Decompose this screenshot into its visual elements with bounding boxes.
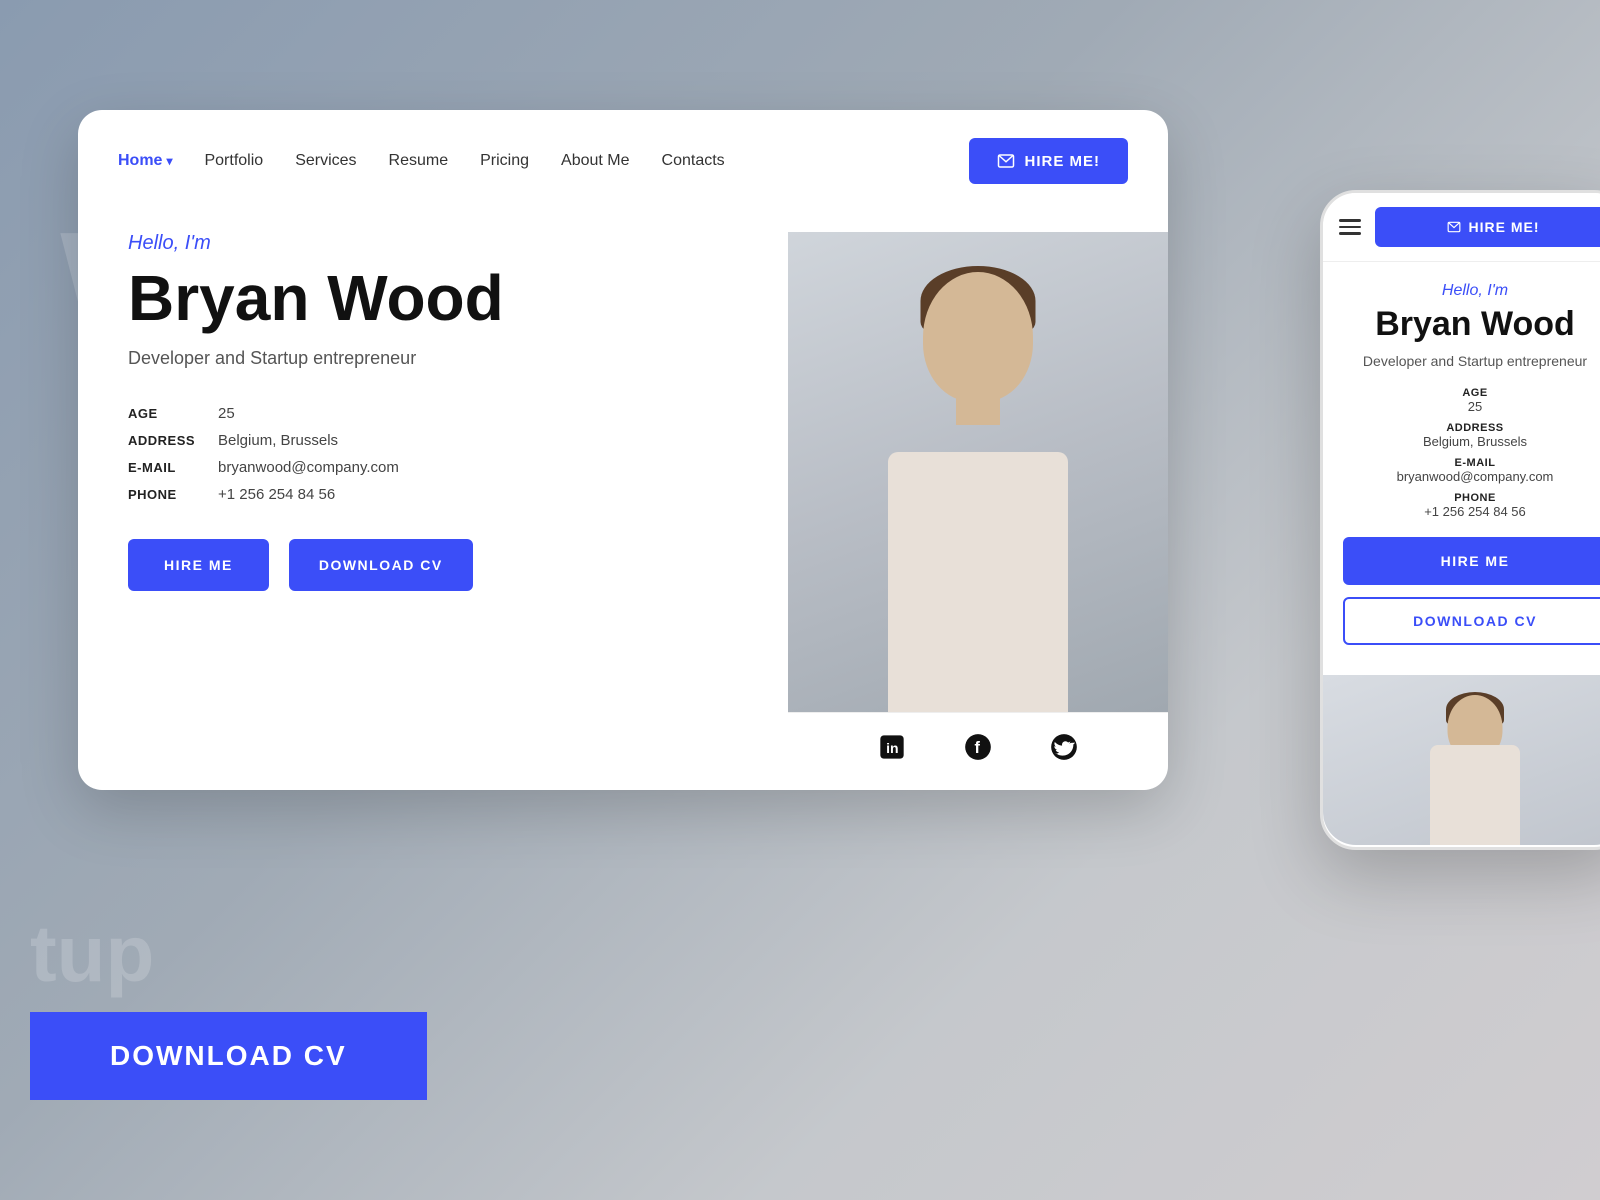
phone-name: Bryan Wood xyxy=(1343,306,1600,343)
phone-address-value: Belgium, Brussels xyxy=(1343,434,1600,449)
phone-mail-icon xyxy=(1447,220,1461,234)
svg-text:f: f xyxy=(975,739,981,757)
phone-email-row: E-MAIL bryanwood@company.com xyxy=(1343,457,1600,484)
phone-address-row: ADDRESS Belgium, Brussels xyxy=(1343,422,1600,449)
phone-address-label: ADDRESS xyxy=(1343,422,1600,434)
phone-age-value: 25 xyxy=(1343,399,1600,414)
mail-icon xyxy=(997,152,1015,170)
phone-age-row: AGE 25 xyxy=(1343,387,1600,414)
greeting-text: Hello, I'm xyxy=(128,232,758,255)
download-cv-button[interactable]: DOWNLOAD CV xyxy=(289,539,473,591)
person-body xyxy=(888,452,1068,712)
left-content: Hello, I'm Bryan Wood Developer and Star… xyxy=(128,232,788,781)
hero-subtitle: Developer and Startup entrepreneur xyxy=(128,348,758,369)
social-bar: in f xyxy=(788,712,1168,781)
linkedin-icon[interactable]: in xyxy=(874,729,910,765)
info-row-address: ADDRESS Belgium, Brussels xyxy=(128,432,758,449)
age-label: AGE xyxy=(128,406,218,421)
email-value: bryanwood@company.com xyxy=(218,459,399,476)
phone-body: Hello, I'm Bryan Wood Developer and Star… xyxy=(1323,262,1600,675)
info-row-age: AGE 25 xyxy=(128,405,758,422)
navbar-hire-button[interactable]: HIRE ME! xyxy=(969,138,1129,184)
card-body: Hello, I'm Bryan Wood Developer and Star… xyxy=(78,212,1168,781)
phone-photo-area xyxy=(1323,675,1600,845)
phone-hire-button[interactable]: HIRE ME! xyxy=(1375,207,1600,247)
photo-area: in f xyxy=(788,232,1168,781)
nav-resume[interactable]: Resume xyxy=(389,152,449,170)
phone-greeting: Hello, I'm xyxy=(1343,282,1600,300)
phone-cta-hire[interactable]: HIRE ME xyxy=(1343,537,1600,585)
nav-contacts[interactable]: Contacts xyxy=(662,152,725,170)
facebook-icon[interactable]: f xyxy=(960,729,996,765)
phone-person-silhouette xyxy=(1415,685,1535,845)
info-row-email: E-MAIL bryanwood@company.com xyxy=(128,459,758,476)
nav-about[interactable]: About Me xyxy=(561,152,629,170)
phone-subtitle: Developer and Startup entrepreneur xyxy=(1343,353,1600,369)
phone-email-value: bryanwood@company.com xyxy=(1343,469,1600,484)
address-label: ADDRESS xyxy=(128,433,218,448)
mobile-mockup: HIRE ME! Hello, I'm Bryan Wood Developer… xyxy=(1320,190,1600,850)
email-label: E-MAIL xyxy=(128,460,218,475)
address-value: Belgium, Brussels xyxy=(218,432,338,449)
hero-name: Bryan Wood xyxy=(128,265,758,332)
svg-text:in: in xyxy=(886,740,898,756)
twitter-icon[interactable] xyxy=(1046,729,1082,765)
nav-pricing[interactable]: Pricing xyxy=(480,152,529,170)
nav-links: Home Portfolio Services Resume Pricing A… xyxy=(118,152,725,170)
navbar: Home Portfolio Services Resume Pricing A… xyxy=(78,110,1168,212)
phone-phone-value: +1 256 254 84 56 xyxy=(1343,504,1600,519)
person-photo xyxy=(788,232,1168,712)
nav-home[interactable]: Home xyxy=(118,152,172,170)
info-table: AGE 25 ADDRESS Belgium, Brussels E-MAIL … xyxy=(128,405,758,503)
person-neck xyxy=(956,395,1000,425)
hamburger-icon[interactable] xyxy=(1339,219,1361,235)
phone-phone-row: PHONE +1 256 254 84 56 xyxy=(1343,492,1600,519)
age-value: 25 xyxy=(218,405,235,422)
main-card: Home Portfolio Services Resume Pricing A… xyxy=(78,110,1168,790)
nav-portfolio[interactable]: Portfolio xyxy=(204,152,263,170)
phone-body-shape xyxy=(1430,745,1520,845)
person-silhouette xyxy=(848,252,1108,712)
cta-buttons: HIRE ME DOWNLOAD CV xyxy=(128,539,758,591)
phone-email-label: E-MAIL xyxy=(1343,457,1600,469)
phone-phone-label: PHONE xyxy=(1343,492,1600,504)
phone-cta-download[interactable]: DOWNLOAD CV xyxy=(1343,597,1600,645)
hire-me-button[interactable]: HIRE ME xyxy=(128,539,269,591)
phone-info-table: AGE 25 ADDRESS Belgium, Brussels E-MAIL … xyxy=(1343,387,1600,519)
person-head xyxy=(923,272,1033,402)
phone-header: HIRE ME! xyxy=(1323,193,1600,262)
phone-value: +1 256 254 84 56 xyxy=(218,486,335,503)
phone-label: PHONE xyxy=(128,487,218,502)
info-row-phone: PHONE +1 256 254 84 56 xyxy=(128,486,758,503)
phone-age-label: AGE xyxy=(1343,387,1600,399)
nav-services[interactable]: Services xyxy=(295,152,356,170)
